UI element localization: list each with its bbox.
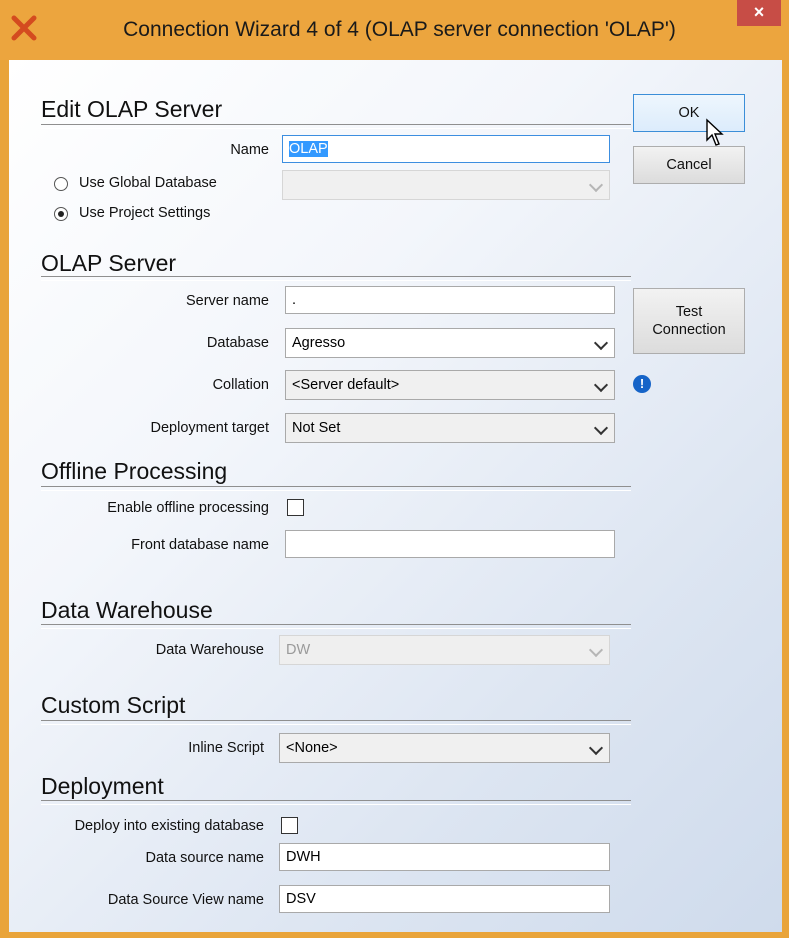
name-input[interactable]: OLAP [282, 135, 610, 163]
enable-offline-processing-label: Enable offline processing [107, 500, 269, 516]
collation-value: <Server default> [292, 377, 400, 393]
chevron-down-icon [588, 642, 604, 658]
database-label: Database [206, 335, 269, 351]
data-source-view-name-input[interactable]: DSV [279, 885, 610, 913]
database-select[interactable]: Agresso [285, 328, 615, 358]
window-title: Connection Wizard 4 of 4 (OLAP server co… [123, 18, 676, 41]
chevron-down-icon [593, 335, 609, 351]
inline-script-value: <None> [286, 740, 338, 756]
name-label: Name [230, 142, 269, 158]
data-warehouse-label: Data Warehouse [155, 642, 264, 658]
data-warehouse-select[interactable]: DW [279, 635, 610, 665]
deployment-target-label: Deployment target [150, 420, 269, 436]
cancel-button[interactable]: Cancel [633, 146, 745, 184]
deploy-existing-label: Deploy into existing database [74, 818, 264, 834]
collation-label: Collation [212, 377, 269, 393]
section-data-warehouse: Data Warehouse [41, 597, 213, 623]
use-global-database-label: Use Global Database [79, 175, 217, 191]
cancel-button-label: Cancel [666, 157, 712, 173]
section-deployment: Deployment [41, 773, 164, 799]
use-project-settings-radio[interactable] [54, 207, 68, 221]
use-project-settings-label: Use Project Settings [79, 205, 211, 221]
close-icon: × [753, 2, 765, 22]
info-icon[interactable]: ! [633, 375, 651, 393]
server-name-label: Server name [185, 293, 269, 309]
section-divider [41, 486, 631, 491]
chevron-down-icon [593, 377, 609, 393]
section-divider [41, 800, 631, 805]
global-database-select[interactable] [282, 170, 610, 200]
section-offline-processing: Offline Processing [41, 458, 228, 484]
dialog-client-area: OK Cancel Test Connection Edit OLAP Serv… [9, 60, 782, 932]
front-database-name-input[interactable] [285, 530, 615, 558]
deploy-existing-checkbox[interactable] [281, 817, 298, 834]
ok-button[interactable]: OK [633, 94, 745, 132]
inline-script-label: Inline Script [188, 740, 264, 756]
connection-wizard-window: Connection Wizard 4 of 4 (OLAP server co… [0, 0, 789, 938]
collation-select[interactable]: <Server default> [285, 370, 615, 400]
section-divider [41, 720, 631, 725]
section-edit-olap-server: Edit OLAP Server [41, 96, 223, 122]
ok-button-label: OK [678, 105, 700, 121]
server-name-input[interactable]: . [285, 286, 615, 314]
inline-script-select[interactable]: <None> [279, 733, 610, 763]
section-olap-server: OLAP Server [41, 250, 177, 276]
title-bar: Connection Wizard 4 of 4 (OLAP server co… [0, 0, 789, 60]
close-button[interactable]: × [737, 0, 781, 26]
deployment-target-select[interactable]: Not Set [285, 413, 615, 443]
use-global-database-radio[interactable] [54, 177, 68, 191]
enable-offline-processing-checkbox[interactable] [287, 499, 304, 516]
front-database-name-label: Front database name [131, 537, 269, 553]
test-connection-label-line1: Test [675, 304, 703, 320]
section-divider [41, 124, 631, 129]
chevron-down-icon [593, 420, 609, 436]
database-value: Agresso [292, 335, 346, 351]
section-custom-script: Custom Script [41, 692, 186, 718]
section-divider [41, 276, 631, 281]
data-source-name-input[interactable]: DWH [279, 843, 610, 871]
section-divider [41, 624, 631, 629]
data-source-name-label: Data source name [145, 850, 264, 866]
test-connection-button[interactable]: Test Connection [633, 288, 745, 354]
chevron-down-icon [588, 177, 604, 193]
name-input-value: OLAP [289, 141, 328, 157]
mouse-cursor-icon [706, 118, 724, 146]
data-warehouse-value: DW [286, 642, 311, 658]
data-source-view-name-label: Data Source View name [107, 892, 264, 908]
deployment-target-value: Not Set [292, 420, 341, 436]
test-connection-label-line2: Connection [652, 322, 726, 338]
chevron-down-icon [588, 740, 604, 756]
